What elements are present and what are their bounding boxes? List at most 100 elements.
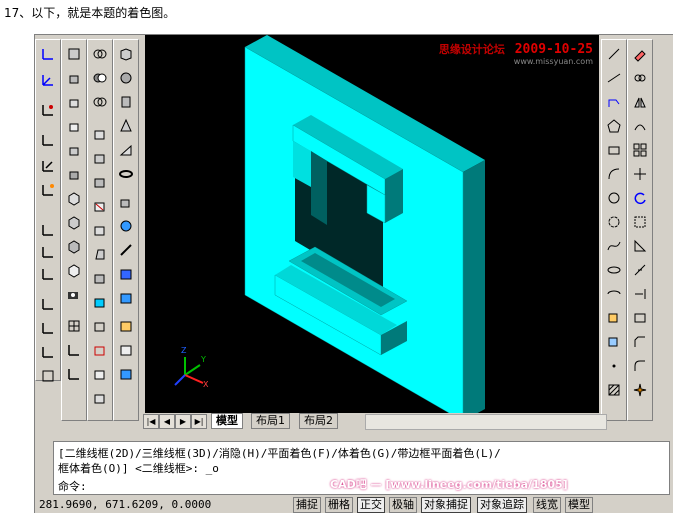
ortho-toggle[interactable]: 正交	[357, 497, 385, 513]
section-icon[interactable]	[116, 264, 136, 284]
point-icon[interactable]	[604, 356, 624, 376]
view-sw-iso-icon[interactable]	[64, 188, 84, 208]
ucs-x-icon[interactable]	[38, 220, 58, 240]
move-icon[interactable]	[630, 164, 650, 184]
spline-icon[interactable]	[604, 236, 624, 256]
view-nw-iso-icon[interactable]	[64, 260, 84, 280]
osnap-toggle[interactable]: 对象捕捉	[421, 497, 471, 513]
view-right-icon[interactable]	[64, 116, 84, 136]
ucs-apply-icon[interactable]	[38, 294, 58, 314]
wedge-icon[interactable]	[116, 140, 136, 160]
subtract-icon[interactable]	[90, 68, 110, 88]
polar-toggle[interactable]: 极轴	[389, 497, 417, 513]
scale-icon[interactable]	[630, 212, 650, 232]
ucs-y-icon[interactable]	[38, 242, 58, 262]
ucs-prev-icon[interactable]	[38, 100, 58, 120]
polyline-icon[interactable]	[604, 92, 624, 112]
setup-drawing-icon[interactable]	[116, 316, 136, 336]
tab-last-icon[interactable]: ▶|	[191, 414, 207, 429]
polygon-icon[interactable]	[604, 116, 624, 136]
interfere-icon[interactable]	[116, 288, 136, 308]
setup-view-icon[interactable]	[116, 340, 136, 360]
ucs-view-icon[interactable]	[38, 318, 58, 338]
grid-toggle[interactable]: 栅格	[325, 497, 353, 513]
hatch-icon[interactable]	[604, 380, 624, 400]
imprint-icon[interactable]	[90, 364, 110, 384]
ellipse-icon[interactable]	[604, 260, 624, 280]
ucs-3point-icon[interactable]	[38, 180, 58, 200]
view-grid-icon[interactable]	[64, 316, 84, 336]
rotate-face-icon[interactable]	[90, 220, 110, 240]
slice-icon[interactable]	[116, 240, 136, 260]
lineweight-toggle[interactable]: 线宽	[533, 497, 561, 513]
ucs-world-icon[interactable]	[38, 70, 58, 90]
view-se-iso-icon[interactable]	[64, 212, 84, 232]
chamfer-icon[interactable]	[630, 332, 650, 352]
tab-first-icon[interactable]: |◀	[143, 414, 159, 429]
view-ucs2-icon[interactable]	[64, 364, 84, 384]
model-toggle[interactable]: 模型	[565, 497, 593, 513]
copy-edge-icon[interactable]	[90, 316, 110, 336]
ucs-object-icon[interactable]	[38, 342, 58, 362]
view-left-icon[interactable]	[64, 92, 84, 112]
view-bottom-icon[interactable]	[64, 68, 84, 88]
line-icon[interactable]	[604, 44, 624, 64]
circle-icon[interactable]	[604, 188, 624, 208]
extend-icon[interactable]	[630, 284, 650, 304]
insert-block-icon[interactable]	[604, 308, 624, 328]
offset-face-icon[interactable]	[90, 172, 110, 192]
copy-face-icon[interactable]	[90, 268, 110, 288]
make-block-icon[interactable]	[604, 332, 624, 352]
view-top-icon[interactable]	[64, 44, 84, 64]
torus-icon[interactable]	[116, 164, 136, 184]
sphere-icon[interactable]	[116, 68, 136, 88]
tab-layout2[interactable]: 布局2	[299, 413, 338, 429]
fillet-icon[interactable]	[630, 356, 650, 376]
rectangle-icon[interactable]	[604, 140, 624, 160]
view-ucs-icon[interactable]	[64, 340, 84, 360]
cylinder-icon[interactable]	[116, 92, 136, 112]
copy-icon[interactable]	[630, 68, 650, 88]
ucs-origin-icon[interactable]	[38, 130, 58, 150]
tab-model[interactable]: 模型	[211, 413, 243, 429]
stretch-icon[interactable]	[630, 236, 650, 256]
ucs-z-icon[interactable]	[38, 264, 58, 284]
setup-profile-icon[interactable]	[116, 364, 136, 384]
tab-next-icon[interactable]: ▶	[175, 414, 191, 429]
extrude-face-icon[interactable]	[90, 124, 110, 144]
move-face-icon[interactable]	[90, 148, 110, 168]
explode-icon[interactable]	[630, 380, 650, 400]
ucs-face-icon[interactable]	[38, 366, 58, 386]
taper-face-icon[interactable]	[90, 244, 110, 264]
color-edge-icon[interactable]	[90, 340, 110, 360]
construction-line-icon[interactable]	[604, 68, 624, 88]
clean-icon[interactable]	[90, 388, 110, 408]
tab-layout1[interactable]: 布局1	[251, 413, 290, 429]
cone-icon[interactable]	[116, 116, 136, 136]
offset-icon[interactable]	[630, 116, 650, 136]
trim-icon[interactable]	[630, 260, 650, 280]
command-prompt[interactable]: 命令:	[58, 478, 87, 494]
extrude-icon[interactable]	[116, 192, 136, 212]
delete-face-icon[interactable]	[90, 196, 110, 216]
union-icon[interactable]	[90, 44, 110, 64]
rotate-icon[interactable]	[630, 188, 650, 208]
view-ne-iso-icon[interactable]	[64, 236, 84, 256]
revcloud-icon[interactable]	[604, 212, 624, 232]
color-face-icon[interactable]	[90, 292, 110, 312]
view-camera-icon[interactable]	[64, 284, 84, 304]
mirror-icon[interactable]	[630, 92, 650, 112]
tab-prev-icon[interactable]: ◀	[159, 414, 175, 429]
break-icon[interactable]	[630, 308, 650, 328]
box-icon[interactable]	[116, 44, 136, 64]
snap-toggle[interactable]: 捕捉	[293, 497, 321, 513]
erase-icon[interactable]	[630, 44, 650, 64]
ucs-zaxis-icon[interactable]	[38, 156, 58, 176]
arc-icon[interactable]	[604, 164, 624, 184]
array-icon[interactable]	[630, 140, 650, 160]
revolve-icon[interactable]	[116, 216, 136, 236]
view-front-icon[interactable]	[64, 140, 84, 160]
otrack-toggle[interactable]: 对象追踪	[477, 497, 527, 513]
intersect-icon[interactable]	[90, 92, 110, 112]
ucs-icon[interactable]	[38, 44, 58, 64]
